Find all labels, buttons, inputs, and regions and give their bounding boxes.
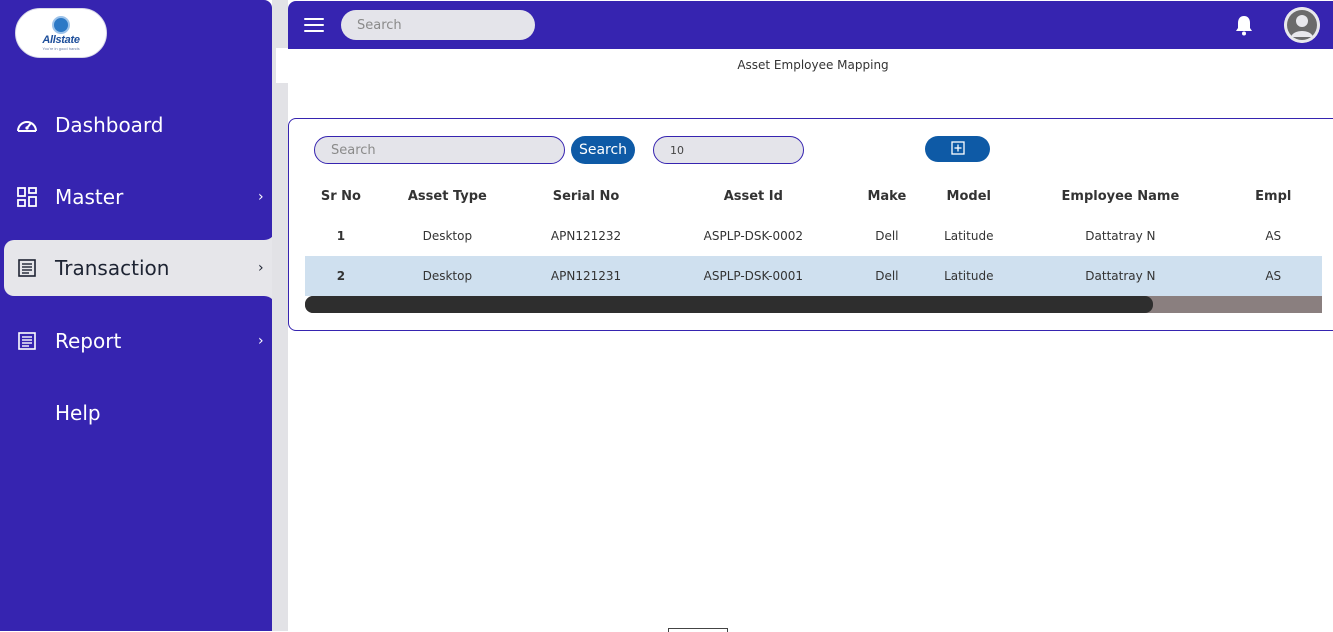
chevron-right-icon: › [258, 260, 264, 276]
top-bar [288, 1, 1333, 49]
report-icon [16, 330, 38, 352]
allstate-logo[interactable]: Allstate You're in good hands [15, 8, 107, 58]
sidebar-item-master[interactable]: Master › [0, 169, 272, 225]
table-viewport: Sr No Asset Type Serial No Asset Id Make… [289, 119, 1322, 315]
asset-mapping-card: Search Sr No Asset Type Serial No Asset … [288, 118, 1333, 331]
logo-tagline: You're in good hands [42, 45, 80, 51]
sidebar-item-label: Help [55, 401, 101, 425]
column-header[interactable]: Asset Id [654, 176, 852, 216]
chevron-right-icon: › [258, 189, 264, 205]
table-cell: Desktop [376, 256, 518, 296]
allstate-hands-icon [52, 15, 70, 34]
table-cell: Dattatray N [1085, 229, 1156, 243]
sidebar-item-label: Dashboard [55, 113, 164, 137]
table-cell: Dattatray N [1016, 256, 1225, 296]
table-cell: AS [1224, 256, 1322, 296]
table-row[interactable]: 2 Desktop APN121231 ASPLP-DSK-0001 Dell … [305, 256, 1322, 296]
pagination-box[interactable] [668, 628, 728, 632]
horizontal-scrollbar-thumb[interactable] [305, 296, 1153, 313]
hamburger-menu-icon[interactable] [304, 18, 324, 32]
sidebar-item-dashboard[interactable]: Dashboard [0, 97, 272, 153]
receipt-icon [16, 257, 38, 279]
sidebar: Allstate You're in good hands Dashboard … [0, 0, 276, 631]
table-cell: ASPLP-DSK-0001 [654, 256, 853, 296]
page-title: Asset Employee Mapping [737, 58, 889, 72]
table-cell: Latitude [921, 256, 1017, 296]
user-avatar-icon[interactable] [1284, 7, 1320, 43]
logo-name: Allstate [42, 33, 80, 46]
sidebar-item-transaction[interactable]: Transaction › [4, 240, 276, 296]
column-header[interactable]: Model [921, 176, 1016, 216]
table-header-row: Sr No Asset Type Serial No Asset Id Make… [305, 176, 1322, 216]
table-cell: APN121231 [517, 256, 655, 296]
sidebar-item-label: Master [55, 185, 124, 209]
sidebar-item-help[interactable]: Help [0, 385, 272, 441]
chevron-right-icon: › [258, 333, 264, 349]
table-row[interactable]: 1 Desktop APN121232 ASPLP-DSK-0002 Dell … [305, 216, 1322, 256]
column-header[interactable]: Make [853, 176, 922, 216]
layout-gutter [272, 0, 288, 631]
layout-gutter-notch [276, 48, 288, 83]
column-header[interactable]: Empl [1225, 176, 1322, 216]
column-header[interactable]: Employee Name [1016, 176, 1224, 216]
table-cell: Desktop [422, 229, 473, 243]
table-cell: 2 [305, 256, 377, 296]
table-cell: APN121232 [550, 229, 622, 243]
sidebar-item-label: Report [55, 329, 122, 353]
column-header[interactable]: Serial No [518, 176, 654, 216]
dashboard-gauge-icon [16, 114, 38, 136]
asset-table: Sr No Asset Type Serial No Asset Id Make… [305, 176, 1322, 296]
bell-icon[interactable] [1234, 14, 1254, 36]
top-search-input[interactable] [341, 10, 535, 40]
table-cell: AS [1265, 229, 1282, 243]
table-cell: 1 [336, 229, 346, 243]
grid-icon [16, 186, 38, 208]
table-cell: Dell [852, 256, 922, 296]
table-cell: ASPLP-DSK-0002 [703, 229, 804, 243]
table-cell: Latitude [944, 229, 994, 243]
sidebar-item-report[interactable]: Report › [0, 313, 272, 369]
column-header[interactable]: Asset Type [377, 176, 518, 216]
table-cell: Dell [875, 229, 899, 243]
sidebar-item-label: Transaction [55, 256, 170, 280]
column-header[interactable]: Sr No [305, 176, 377, 216]
